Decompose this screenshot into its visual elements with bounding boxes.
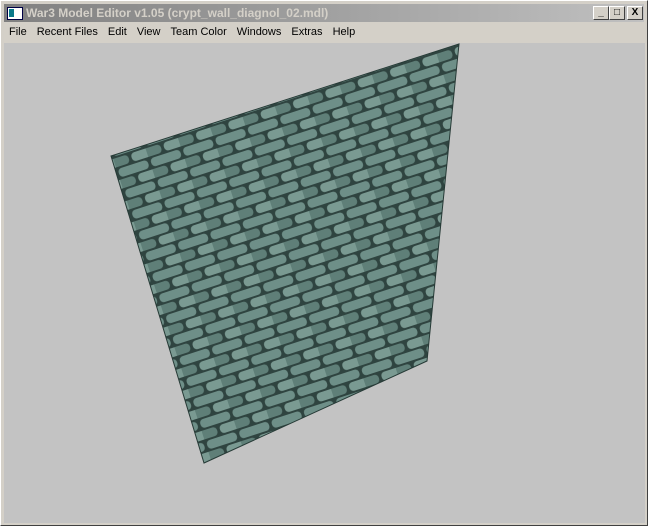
app-icon	[7, 7, 23, 20]
menu-extras[interactable]: Extras	[286, 24, 327, 42]
menu-help[interactable]: Help	[328, 24, 361, 42]
menu-file[interactable]: File	[4, 24, 32, 42]
menu-view[interactable]: View	[132, 24, 166, 42]
menu-bar: File Recent Files Edit View Team Color W…	[4, 24, 360, 42]
menu-windows[interactable]: Windows	[232, 24, 287, 42]
menu-team-color[interactable]: Team Color	[166, 24, 232, 42]
title-bar[interactable]: War3 Model Editor v1.05 (crypt_wall_diag…	[4, 4, 644, 22]
window-title: War3 Model Editor v1.05 (crypt_wall_diag…	[26, 6, 329, 20]
minimize-button[interactable]: _	[593, 6, 609, 20]
menu-recent-files[interactable]: Recent Files	[32, 24, 103, 42]
maximize-button[interactable]: □	[609, 6, 625, 20]
app-window: War3 Model Editor v1.05 (crypt_wall_diag…	[0, 0, 648, 526]
wall-model	[110, 43, 460, 464]
3d-viewport[interactable]	[4, 43, 645, 523]
wall-plane	[110, 43, 460, 464]
menu-edit[interactable]: Edit	[103, 24, 132, 42]
close-button[interactable]: X	[627, 6, 643, 20]
